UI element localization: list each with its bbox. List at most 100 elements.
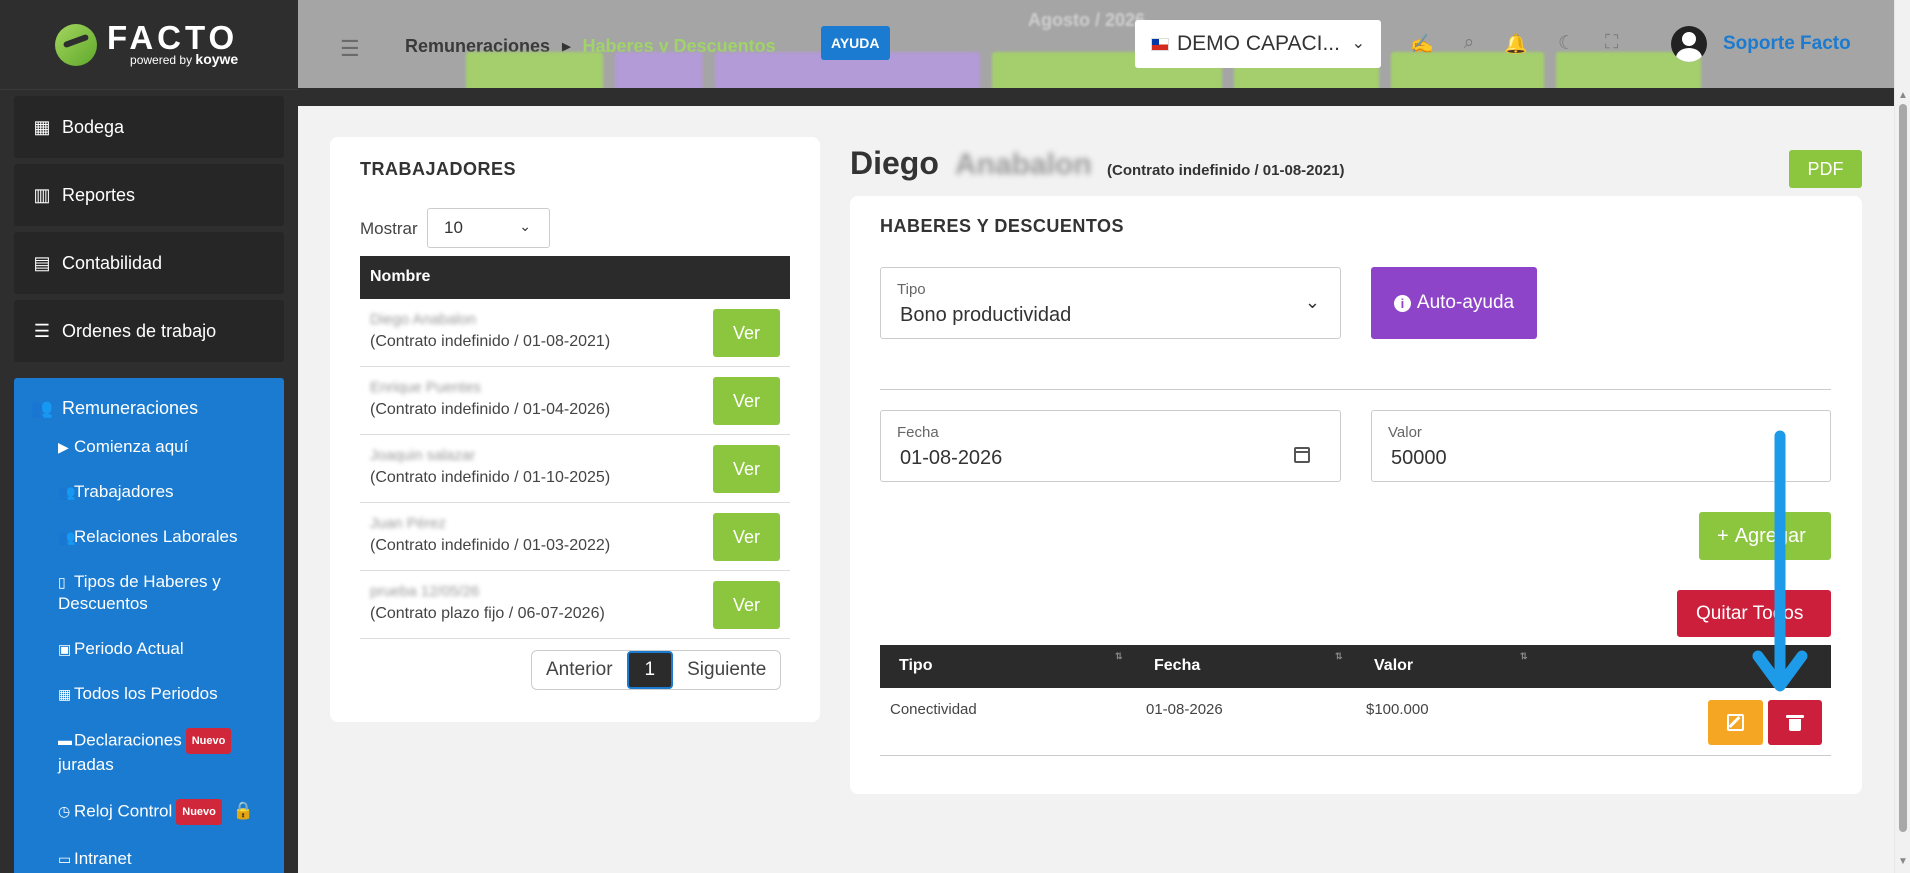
column-header-nombre[interactable]: Nombre xyxy=(360,256,790,299)
lock-icon: 🔒 xyxy=(232,801,254,821)
page-scrollbar[interactable]: ▲ ▼ xyxy=(1894,0,1910,873)
pagination: Anterior 1 Siguiente xyxy=(531,650,782,690)
logo-brand: FACTO xyxy=(107,18,239,56)
worker-name: prueba 12/05/26 xyxy=(370,583,480,600)
page-size-select[interactable]: 10 ⌄ xyxy=(427,208,550,248)
bell-icon[interactable]: 🔔 xyxy=(1504,32,1528,56)
new-badge: Nuevo xyxy=(185,728,232,754)
sidebar-sub-comienza[interactable]: ▶ Comienza aquí xyxy=(14,436,284,458)
chevron-down-icon: ⌄ xyxy=(1351,35,1365,52)
hamburger-menu-icon[interactable]: ☰ xyxy=(340,36,360,62)
view-worker-button[interactable]: Ver xyxy=(713,581,780,629)
table-row: Joaquin salazar (Contrato indefinido / 0… xyxy=(360,435,790,503)
tipo-label: Tipo xyxy=(897,281,926,298)
worker-name: Juan Pérez xyxy=(370,515,446,532)
sidebar-item-ordenes[interactable]: ☰ Ordenes de trabajo xyxy=(14,300,284,362)
header-strip xyxy=(298,88,1894,106)
file-icon: ▯ xyxy=(58,574,66,590)
calendar-icon[interactable] xyxy=(1294,447,1310,463)
calendar-icon: ▣ xyxy=(58,641,72,657)
worker-contract: (Contrato indefinido / 01-04-2026) xyxy=(370,401,611,418)
sidebar-sub-intranet[interactable]: ▭ Intranet xyxy=(14,848,284,870)
fecha-label: Fecha xyxy=(897,424,939,441)
sidebar-item-contabilidad[interactable]: ▤ Contabilidad xyxy=(14,232,284,294)
table-row: prueba 12/05/26 (Contrato plazo fijo / 0… xyxy=(360,571,790,639)
page-1-button[interactable]: 1 xyxy=(626,651,674,689)
company-selector[interactable]: DEMO CAPACI... ⌄ xyxy=(1135,20,1381,68)
entries-table-header: Tipo ⇅ Fecha ⇅ Valor ⇅ xyxy=(880,645,1831,688)
clock-icon: ◷ xyxy=(58,803,71,820)
edit-button[interactable] xyxy=(1708,700,1763,745)
sidebar: FACTO powered by koywe ▦ Bodega ▥ Report… xyxy=(0,0,298,873)
scroll-up-icon[interactable]: ▲ xyxy=(1898,90,1908,101)
fullscreen-icon[interactable]: ⛶ xyxy=(1605,32,1618,56)
entry-fecha: 01-08-2026 xyxy=(1146,701,1223,718)
entry-tipo: Conectividad xyxy=(890,701,977,718)
sidebar-item-reportes[interactable]: ▥ Reportes xyxy=(14,164,284,226)
user-name[interactable]: Soporte Facto xyxy=(1723,33,1851,55)
employee-first-name: Diego xyxy=(850,145,939,181)
signature-icon[interactable]: ✍ xyxy=(1410,32,1434,56)
pdf-button[interactable]: PDF xyxy=(1789,150,1862,188)
entry-valor: $100.000 xyxy=(1366,701,1429,718)
sidebar-sub-tipos[interactable]: ▯ Tipos de Haberes y Descuentos xyxy=(14,571,284,615)
table-row: Conectividad 01-08-2026 $100.000 xyxy=(880,688,1831,756)
view-worker-button[interactable]: Ver xyxy=(713,309,780,357)
divider xyxy=(880,389,1831,390)
boxes-icon: ▦ xyxy=(33,116,51,137)
help-button[interactable]: AYUDA xyxy=(821,26,890,60)
plus-icon: + xyxy=(1717,524,1729,547)
view-worker-button[interactable]: Ver xyxy=(713,445,780,493)
sidebar-sub-declaraciones[interactable]: ▬ Declaraciones Nuevo juradas xyxy=(14,728,284,776)
scrollbar-thumb[interactable] xyxy=(1899,104,1907,832)
workers-card: TRABAJADORES Mostrar 10 ⌄ Nombre Diego A… xyxy=(330,137,820,722)
monitor-icon: ▭ xyxy=(58,851,72,867)
sort-icon[interactable]: ⇅ xyxy=(1520,651,1528,662)
sort-icon[interactable]: ⇅ xyxy=(1335,651,1343,662)
calendar-grid-icon: ▦ xyxy=(58,686,72,702)
sort-icon[interactable]: ⇅ xyxy=(1115,651,1123,662)
trash-icon xyxy=(1786,715,1804,731)
new-badge: Nuevo xyxy=(176,799,222,825)
column-header-tipo[interactable]: Tipo xyxy=(899,657,932,675)
sidebar-sub-trabajadores[interactable]: 👥Trabajadores xyxy=(14,481,284,503)
worker-contract: (Contrato indefinido / 01-10-2025) xyxy=(370,469,611,486)
worker-name: Enrique Puentes xyxy=(370,379,481,396)
logo[interactable]: FACTO powered by koywe xyxy=(0,0,298,90)
info-icon: i xyxy=(1393,294,1411,312)
sidebar-item-label: Ordenes de trabajo xyxy=(62,320,217,341)
sidebar-sub-todos-periodos[interactable]: ▦ Todos los Periodos xyxy=(14,683,284,705)
delete-button[interactable] xyxy=(1768,700,1822,745)
view-worker-button[interactable]: Ver xyxy=(713,377,780,425)
column-header-fecha[interactable]: Fecha xyxy=(1154,657,1200,675)
users-icon: 👥 xyxy=(58,529,76,545)
checklist-icon: ☰ xyxy=(33,320,51,341)
scroll-down-icon[interactable]: ▼ xyxy=(1898,856,1908,867)
column-header-valor[interactable]: Valor xyxy=(1374,657,1413,675)
view-worker-button[interactable]: Ver xyxy=(713,513,780,561)
users-icon: 👥 xyxy=(30,397,54,418)
sidebar-sub-relaciones[interactable]: 👥Relaciones Laborales xyxy=(14,526,284,548)
search-icon[interactable]: ⌕ xyxy=(1464,32,1475,56)
avatar[interactable] xyxy=(1671,26,1707,62)
header-icons: ✍ ⌕ 🔔 ☾ ⛶ xyxy=(1410,32,1618,56)
moon-icon[interactable]: ☾ xyxy=(1558,32,1575,56)
fecha-field[interactable]: Fecha 01-08-2026 xyxy=(880,410,1341,482)
tipo-value: Bono productividad xyxy=(900,304,1072,326)
sidebar-item-label: Reportes xyxy=(62,184,136,205)
tipo-select[interactable]: Tipo Bono productividad ⌄ xyxy=(880,267,1341,339)
page-size-label: Mostrar xyxy=(360,219,418,238)
auto-help-button[interactable]: i Auto-ayuda xyxy=(1371,267,1537,339)
worker-contract: (Contrato plazo fijo / 06-07-2026) xyxy=(370,605,605,622)
archive-icon: ▬ xyxy=(58,732,72,749)
calculator-icon: ▤ xyxy=(33,252,51,273)
next-page-button[interactable]: Siguiente xyxy=(673,651,780,689)
sidebar-sub-periodo-actual[interactable]: ▣ Periodo Actual xyxy=(14,638,284,660)
sidebar-item-remuneraciones[interactable]: 👥 Remuneraciones xyxy=(14,378,284,438)
workers-table: Nombre Diego Anabalon (Contrato indefini… xyxy=(360,256,790,639)
sidebar-item-bodega[interactable]: ▦ Bodega xyxy=(14,96,284,158)
sidebar-sub-reloj[interactable]: ◷ Reloj Control Nuevo 🔒 xyxy=(14,799,284,825)
prev-page-button[interactable]: Anterior xyxy=(532,651,627,689)
sidebar-section-remuneraciones: 👥 Remuneraciones ▶ Comienza aquí 👥Trabaja… xyxy=(14,378,284,873)
period-title: Agosto / 2026 xyxy=(1028,10,1146,30)
